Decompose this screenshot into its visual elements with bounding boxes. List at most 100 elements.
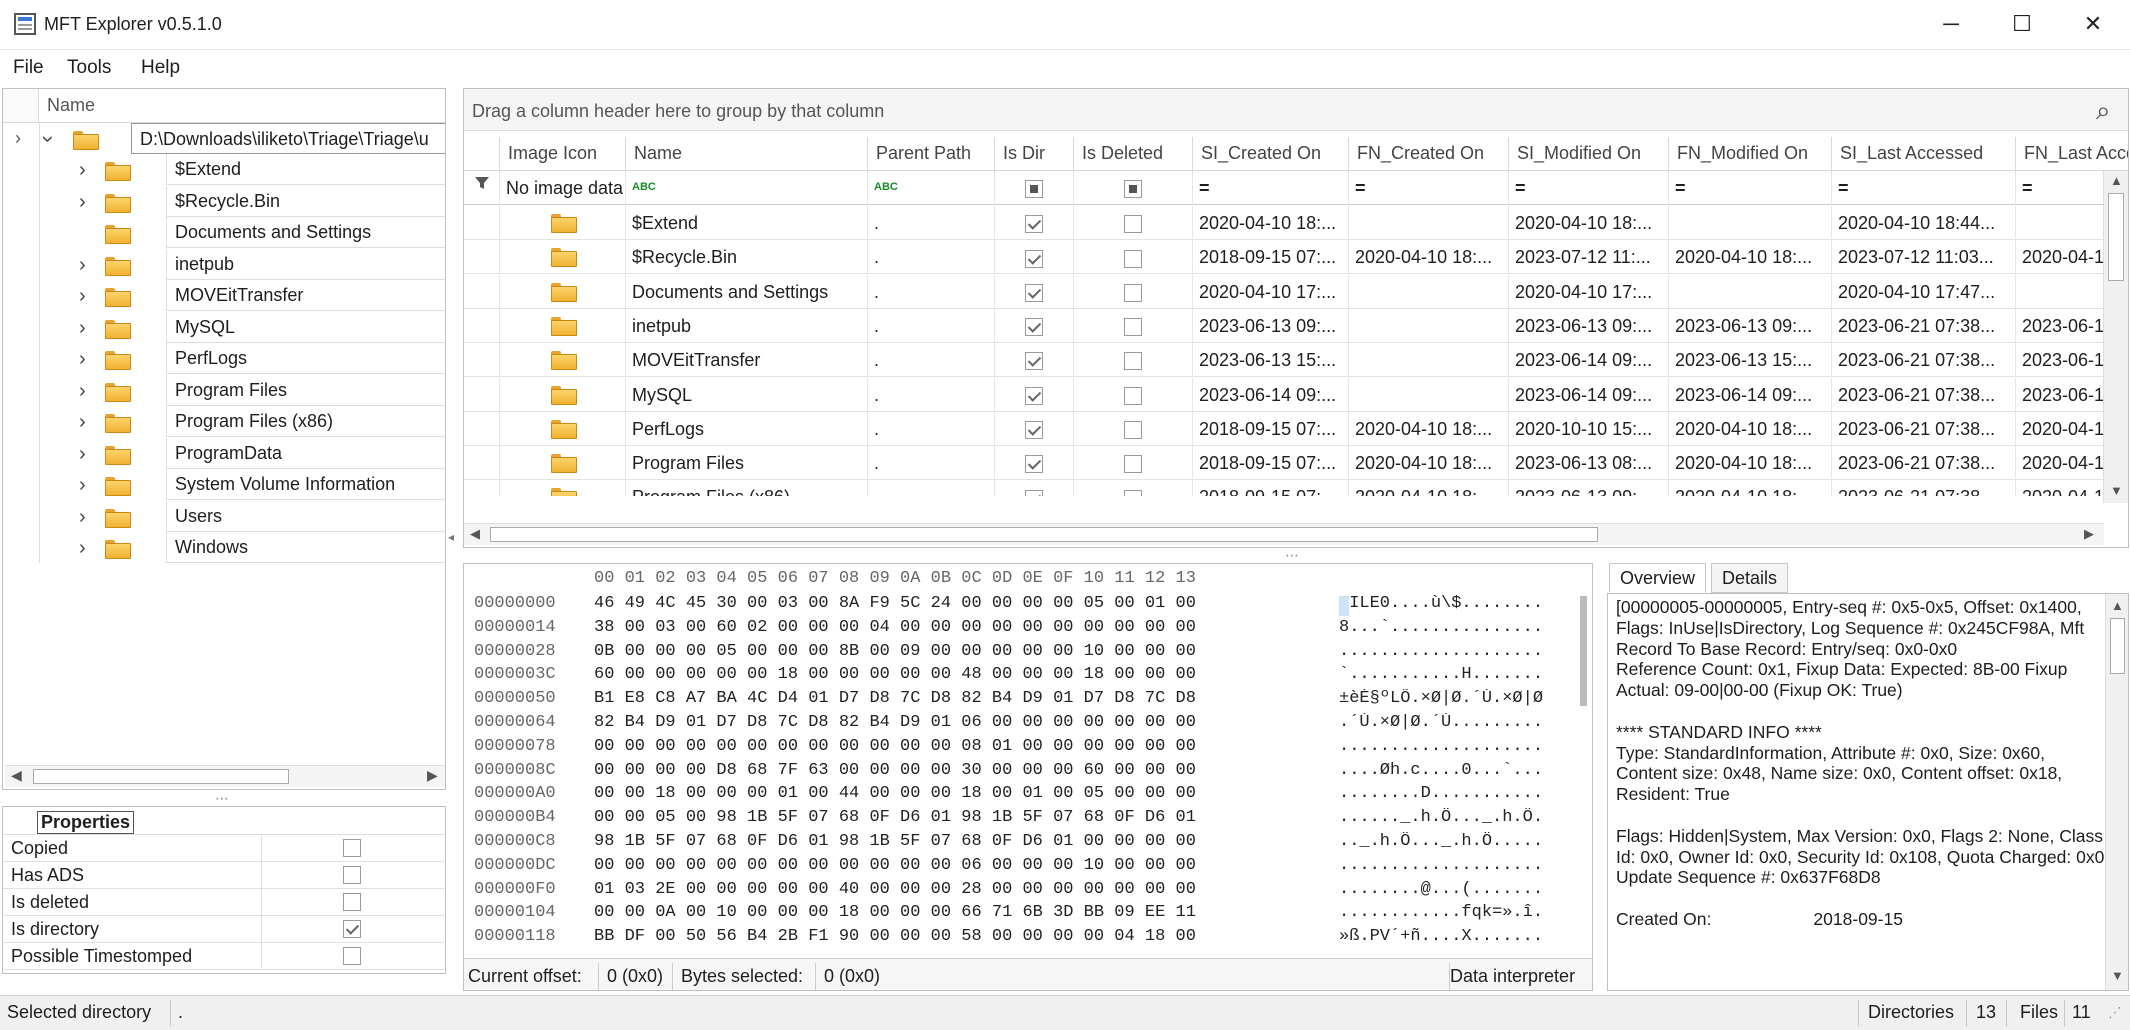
- search-icon[interactable]: ⌕: [2096, 95, 2111, 127]
- hex-ascii[interactable]: ........@...(.......: [1339, 880, 1574, 899]
- grid-row[interactable]: $Recycle.Bin. 2018-09-15 07:... 2020-04-10…: [464, 240, 2104, 275]
- tree-root-row[interactable]: › › D:\Downloads\iliketo\Triage\Triage\u: [3, 123, 445, 154]
- grid-row[interactable]: Program Files (x86).2018-09-15 07:...202…: [464, 480, 2104, 496]
- filter-checkbox[interactable]: [995, 171, 1074, 205]
- property-checkbox[interactable]: [343, 947, 361, 965]
- tab-overview[interactable]: Overview: [1609, 563, 1707, 593]
- chevron-right-icon[interactable]: ›: [79, 506, 86, 529]
- chevron-right-icon[interactable]: ›: [79, 317, 86, 340]
- tree-item[interactable]: › Program Files: [3, 374, 445, 406]
- hex-ascii[interactable]: .._.h.Ö..._.h.Ö.....: [1339, 832, 1574, 851]
- chevron-right-icon[interactable]: ›: [15, 128, 21, 149]
- hex-bytes[interactable]: 98 1B 5F 07 68 0F D6 01 98 1B 5F 07 68 0…: [594, 832, 1196, 851]
- grid-row[interactable]: MOVEitTransfer. 2023-06-13 15:... 2023-06-…: [464, 343, 2104, 378]
- hex-bytes[interactable]: 01 03 2E 00 00 00 00 00 40 00 00 00 28 0…: [594, 880, 1196, 899]
- hex-ascii[interactable]: FILE0....ù\$........: [1339, 594, 1574, 613]
- tree-item[interactable]: › MOVEitTransfer: [3, 280, 445, 311]
- hex-ascii[interactable]: »ß.PV´+ñ....X.......: [1339, 927, 1574, 946]
- grid-hscrollbar[interactable]: ◀ ▶: [464, 523, 2104, 545]
- overview-vscrollbar[interactable]: ▲ ▼: [2105, 594, 2128, 990]
- menu-help[interactable]: Help: [141, 55, 180, 81]
- tree-root-label[interactable]: D:\Downloads\iliketo\Triage\Triage\u: [131, 123, 445, 154]
- grid-column-header[interactable]: SI_Created On: [1193, 137, 1349, 171]
- chevron-right-icon[interactable]: ›: [79, 159, 86, 182]
- scroll-down-icon[interactable]: ▼: [2110, 483, 2123, 498]
- scroll-right-icon[interactable]: ▶: [427, 767, 438, 784]
- grid-column-header[interactable]: Parent Path: [868, 137, 995, 171]
- tree-item[interactable]: › $Extend: [3, 154, 445, 185]
- hex-ascii[interactable]: ....................: [1339, 642, 1574, 661]
- tree-item[interactable]: › Windows: [3, 532, 445, 563]
- hex-bytes[interactable]: 00 00 00 00 00 00 00 00 00 00 00 00 08 0…: [594, 737, 1196, 756]
- scroll-up-icon[interactable]: ▲: [2110, 173, 2123, 188]
- hex-ascii[interactable]: `...........H.......: [1339, 665, 1574, 684]
- grid-column-header[interactable]: Image Icon: [500, 137, 626, 171]
- menu-tools[interactable]: Tools: [67, 55, 111, 81]
- filter-image-cell[interactable]: No image data: [500, 171, 626, 205]
- hex-bytes[interactable]: 00 00 00 00 D8 68 7F 63 00 00 00 00 30 0…: [594, 761, 1196, 780]
- chevron-right-icon[interactable]: ›: [79, 411, 86, 434]
- scroll-up-icon[interactable]: ▲: [2111, 598, 2124, 613]
- grid-vscrollbar[interactable]: ▲ ▼: [2103, 171, 2128, 503]
- hex-bytes[interactable]: 0B 00 00 00 05 00 00 00 8B 00 09 00 00 0…: [594, 642, 1196, 661]
- grid-column-header[interactable]: Name: [626, 137, 868, 171]
- close-button[interactable]: ✕: [2058, 0, 2128, 48]
- tree-item[interactable]: › MySQL: [3, 311, 445, 343]
- grid-row[interactable]: inetpub. 2023-06-13 09:... 2023-06-13 09:.…: [464, 308, 2104, 343]
- grid-column-header[interactable]: Is Deleted: [1074, 137, 1193, 171]
- filter-icon[interactable]: [464, 171, 500, 205]
- hex-ascii[interactable]: ....................: [1339, 737, 1574, 756]
- hex-bytes[interactable]: 60 00 00 00 00 00 18 00 00 00 00 00 48 0…: [594, 665, 1196, 684]
- minimize-button[interactable]: ─: [1916, 0, 1986, 48]
- chevron-right-icon[interactable]: ›: [79, 443, 86, 466]
- tree-hscrollbar[interactable]: ◀ ▶: [5, 765, 445, 787]
- tree-item[interactable]: › PerfLogs: [3, 343, 445, 374]
- hex-ascii[interactable]: ....Øh.c....0...`...: [1339, 761, 1574, 780]
- tree-item[interactable]: › System Volume Information: [3, 469, 445, 500]
- hex-ascii[interactable]: ....................: [1339, 856, 1574, 875]
- group-panel[interactable]: Drag a column header here to group by th…: [464, 89, 2128, 131]
- filter-equals-icon[interactable]: =: [1509, 171, 1669, 205]
- hex-ascii[interactable]: ......_.h.Ö..._.h.Ö.: [1339, 808, 1574, 827]
- chevron-right-icon[interactable]: ›: [79, 537, 86, 560]
- chevron-right-icon[interactable]: ›: [79, 254, 86, 277]
- grid-column-header[interactable]: Is Dir: [995, 137, 1074, 171]
- maximize-button[interactable]: ☐: [1987, 0, 2057, 48]
- filter-checkbox[interactable]: [1074, 171, 1193, 205]
- hex-bytes[interactable]: 00 00 05 00 98 1B 5F 07 68 0F D6 01 98 1…: [594, 808, 1196, 827]
- property-checkbox[interactable]: [343, 866, 361, 884]
- hex-bytes[interactable]: B1 E8 C8 A7 BA 4C D4 01 D7 D8 7C D8 82 B…: [594, 689, 1196, 708]
- hex-ascii[interactable]: 8...`...............: [1339, 618, 1574, 637]
- grid-column-header[interactable]: FN_Last Acce: [2016, 137, 2128, 171]
- grid-column-header[interactable]: FN_Modified On: [1669, 137, 1832, 171]
- chevron-right-icon[interactable]: ›: [79, 348, 86, 371]
- hex-rows[interactable]: 00000000 46 49 4C 45 30 00 03 00 8A F9 5C…: [464, 594, 1574, 956]
- scroll-thumb[interactable]: [2108, 193, 2124, 281]
- hex-bytes[interactable]: 38 00 03 00 60 02 00 00 00 04 00 00 00 0…: [594, 618, 1196, 637]
- tree-item[interactable]: › inetpub: [3, 248, 445, 280]
- tree-item[interactable]: › $Recycle.Bin: [3, 185, 445, 217]
- splitter-grip-icon[interactable]: ⋯: [215, 790, 230, 807]
- grid-column-header[interactable]: FN_Created On: [1349, 137, 1509, 171]
- scroll-thumb[interactable]: [2110, 618, 2125, 674]
- property-checkbox[interactable]: [343, 920, 361, 938]
- hex-ascii[interactable]: ........D...........: [1339, 784, 1574, 803]
- tab-details[interactable]: Details: [1711, 563, 1789, 593]
- hex-bytes[interactable]: BB DF 00 50 56 B4 2B F1 90 00 00 00 58 0…: [594, 927, 1196, 946]
- scroll-right-icon[interactable]: ▶: [2084, 526, 2094, 542]
- filter-text-icon[interactable]: ABC: [626, 171, 868, 205]
- grid-row[interactable]: Program Files. 2018-09-15 07:... 2020-04-1…: [464, 446, 2104, 481]
- filter-text-icon[interactable]: ABC: [868, 171, 995, 205]
- scroll-down-icon[interactable]: ▼: [2111, 968, 2124, 983]
- grid-row[interactable]: $Extend. 2020-04-10 18:... 2020-04-10 18:.…: [464, 206, 2104, 240]
- filter-equals-icon[interactable]: =: [1669, 171, 1832, 205]
- scroll-thumb[interactable]: [33, 769, 289, 784]
- hex-vscrollbar[interactable]: [1576, 594, 1592, 956]
- resize-grip-icon[interactable]: ⋰: [2108, 1004, 2122, 1021]
- chevron-right-icon[interactable]: ›: [79, 191, 86, 214]
- filter-equals-icon[interactable]: =: [1349, 171, 1509, 205]
- grid-row[interactable]: MySQL. 2023-06-14 09:... 2023-06-14 09:...…: [464, 377, 2104, 412]
- hex-ascii[interactable]: ±èÈ§ºLÔ.×Ø|Ø.´Ù.×Ø|Ø: [1339, 689, 1574, 708]
- chevron-right-icon[interactable]: ›: [79, 474, 86, 497]
- filter-equals-icon[interactable]: =: [1832, 171, 2016, 205]
